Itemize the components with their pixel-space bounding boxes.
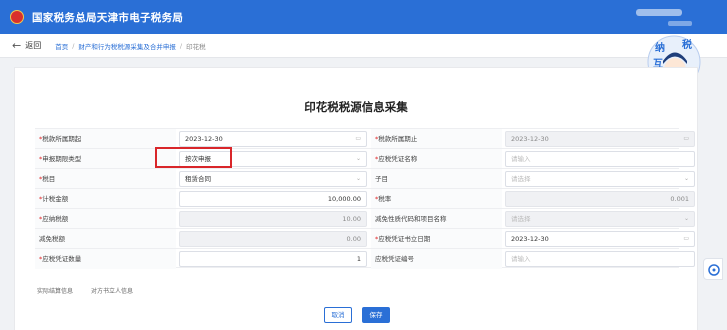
form-card: 印花税税源信息采集 *税款所属期起 2023-12-30 ▭ *税款所属期止 2023-… [14,67,698,330]
breadcrumb-collection[interactable]: 财产和行为税税源采集及合并申报 [78,41,176,51]
field-placeholder: 请选择 [511,175,531,183]
field-label-text: 税目 [42,175,56,183]
field-label: 子目 [371,169,502,189]
form-title: 印花税税源信息采集 [304,100,408,114]
chevron-down-icon: ⌄ [355,155,361,162]
tab-counterparty[interactable]: 对方书立人信息 [91,288,133,295]
field-label-text: 减免税额 [39,235,65,243]
highlight-box [155,147,232,168]
field-value: 0.001 [670,195,689,203]
field-label-text: 申报期限类型 [42,155,82,163]
field-label: *税率 [371,189,502,209]
chevron-down-icon: ⌄ [683,175,689,182]
form-row: *税目 租赁合同 ⌄ 子目 请选择 ⌄ [35,168,695,189]
back-label: 返回 [25,41,42,50]
input-field[interactable]: 请输入 [505,251,695,267]
input-field: 0.00 [179,231,367,247]
field-label: 减免税额 [35,229,176,249]
calendar-icon: ▭ [683,235,689,242]
input-field: 0.001 [505,191,695,207]
user-tag-redacted [668,21,692,26]
form-row: *税款所属期起 2023-12-30 ▭ *税款所属期止 2023-12-30 ▭ [35,128,695,149]
select-field[interactable]: 租赁合同 ⌄ [179,171,367,187]
field-label-text: 减免性质代码和项目名称 [375,215,447,223]
input-field[interactable]: 10,000.00 [179,191,367,207]
input-field[interactable]: 请输入 [505,151,695,167]
field-label-text: 税款所属期止 [378,135,418,143]
field-label: *计税金额 [35,189,176,209]
mascot-char: 纳 [655,41,665,54]
calendar-icon: ▭ [355,135,361,142]
breadcrumb-home[interactable]: 首页 [55,41,68,51]
breadcrumb-current: 印花税 [186,42,206,51]
input-field[interactable]: 1 [179,251,367,267]
field-label: *税款所属期止 [371,129,502,149]
breadcrumb-separator: / [72,41,75,50]
field-label: *税目 [35,169,176,189]
field-label: 应税凭证编号 [371,249,502,269]
field-label-text: 子目 [375,175,388,183]
cancel-button[interactable]: 取消 [324,307,352,323]
field-label-text: 应纳税额 [42,215,69,223]
help-icon [708,264,720,276]
form-row: *计税金额 10,000.00 *税率 0.001 [35,188,695,209]
back-arrow-icon: ← [12,39,22,52]
form-row: *申报期限类型 按次申报 ⌄ *应税凭证名称 请输入 [35,148,695,169]
chevron-down-icon: ⌄ [355,175,361,182]
save-button[interactable]: 保存 [362,307,390,323]
site-title: 国家税务总局天津市电子税务局 [32,11,184,24]
user-info-redacted [636,9,682,16]
help-float-button[interactable] [703,258,723,280]
form-tabs: 实际结算信息 对方书立人信息 [37,286,149,295]
field-value: 10.00 [342,215,361,223]
field-label-text: 应税凭证编号 [375,255,414,263]
field-value: 10,000.00 [327,195,361,203]
field-label-text: 应税凭证书立日期 [378,235,431,243]
date-field[interactable]: 2023-12-30 ▭ [179,131,367,147]
field-label: *应税凭证数量 [35,249,176,269]
field-label-text: 税款所属期起 [42,135,82,143]
field-value: 0.00 [346,235,361,243]
field-label: *应税凭证名称 [371,149,502,169]
mascot-char: 税 [682,38,692,51]
field-label-text: 应税凭证数量 [42,255,82,263]
chevron-down-icon: ⌄ [683,215,689,222]
field-value: 1 [356,255,361,263]
field-label: *应纳税额 [35,209,176,229]
tax-emblem-icon [10,10,24,24]
field-placeholder: 请选择 [511,215,531,223]
back-button[interactable]: ← 返回 [12,39,41,52]
field-label: 减免性质代码和项目名称 [371,209,502,229]
form-row: *应税凭证数量 1 应税凭证编号 请输入 [35,248,695,269]
field-value: 2023-12-30 [511,135,549,143]
field-label: *税款所属期起 [35,129,176,149]
field-value: 2023-12-30 [185,135,223,143]
form-row: *应纳税额 10.00 减免性质代码和项目名称 请选择 ⌄ [35,208,695,229]
field-placeholder: 请输入 [511,255,531,263]
top-bar: 国家税务总局天津市电子税务局 [0,0,727,34]
breadcrumb-bar: ← 返回 首页 / 财产和行为税税源采集及合并申报 / 印花税 [0,34,727,58]
tab-actual-settlement[interactable]: 实际结算信息 [37,288,73,295]
field-value: 租赁合同 [185,175,211,183]
field-label-text: 计税金额 [42,195,69,203]
date-field: 2023-12-30 ▭ [505,131,695,147]
calendar-icon: ▭ [683,135,689,142]
select-field[interactable]: 请选择 ⌄ [505,171,695,187]
form-row: 减免税额 0.00 *应税凭证书立日期 2023-12-30 ▭ [35,228,695,249]
input-field: 10.00 [179,211,367,227]
breadcrumb-separator: / [179,41,183,50]
date-field[interactable]: 2023-12-30 ▭ [505,231,695,247]
select-field: 请选择 ⌄ [505,211,695,227]
field-label: *应税凭证书立日期 [371,229,502,249]
field-label-text: 应税凭证名称 [378,155,418,163]
field-value: 2023-12-30 [511,235,549,243]
field-label-text: 税率 [378,195,392,203]
field-placeholder: 请输入 [511,155,531,163]
